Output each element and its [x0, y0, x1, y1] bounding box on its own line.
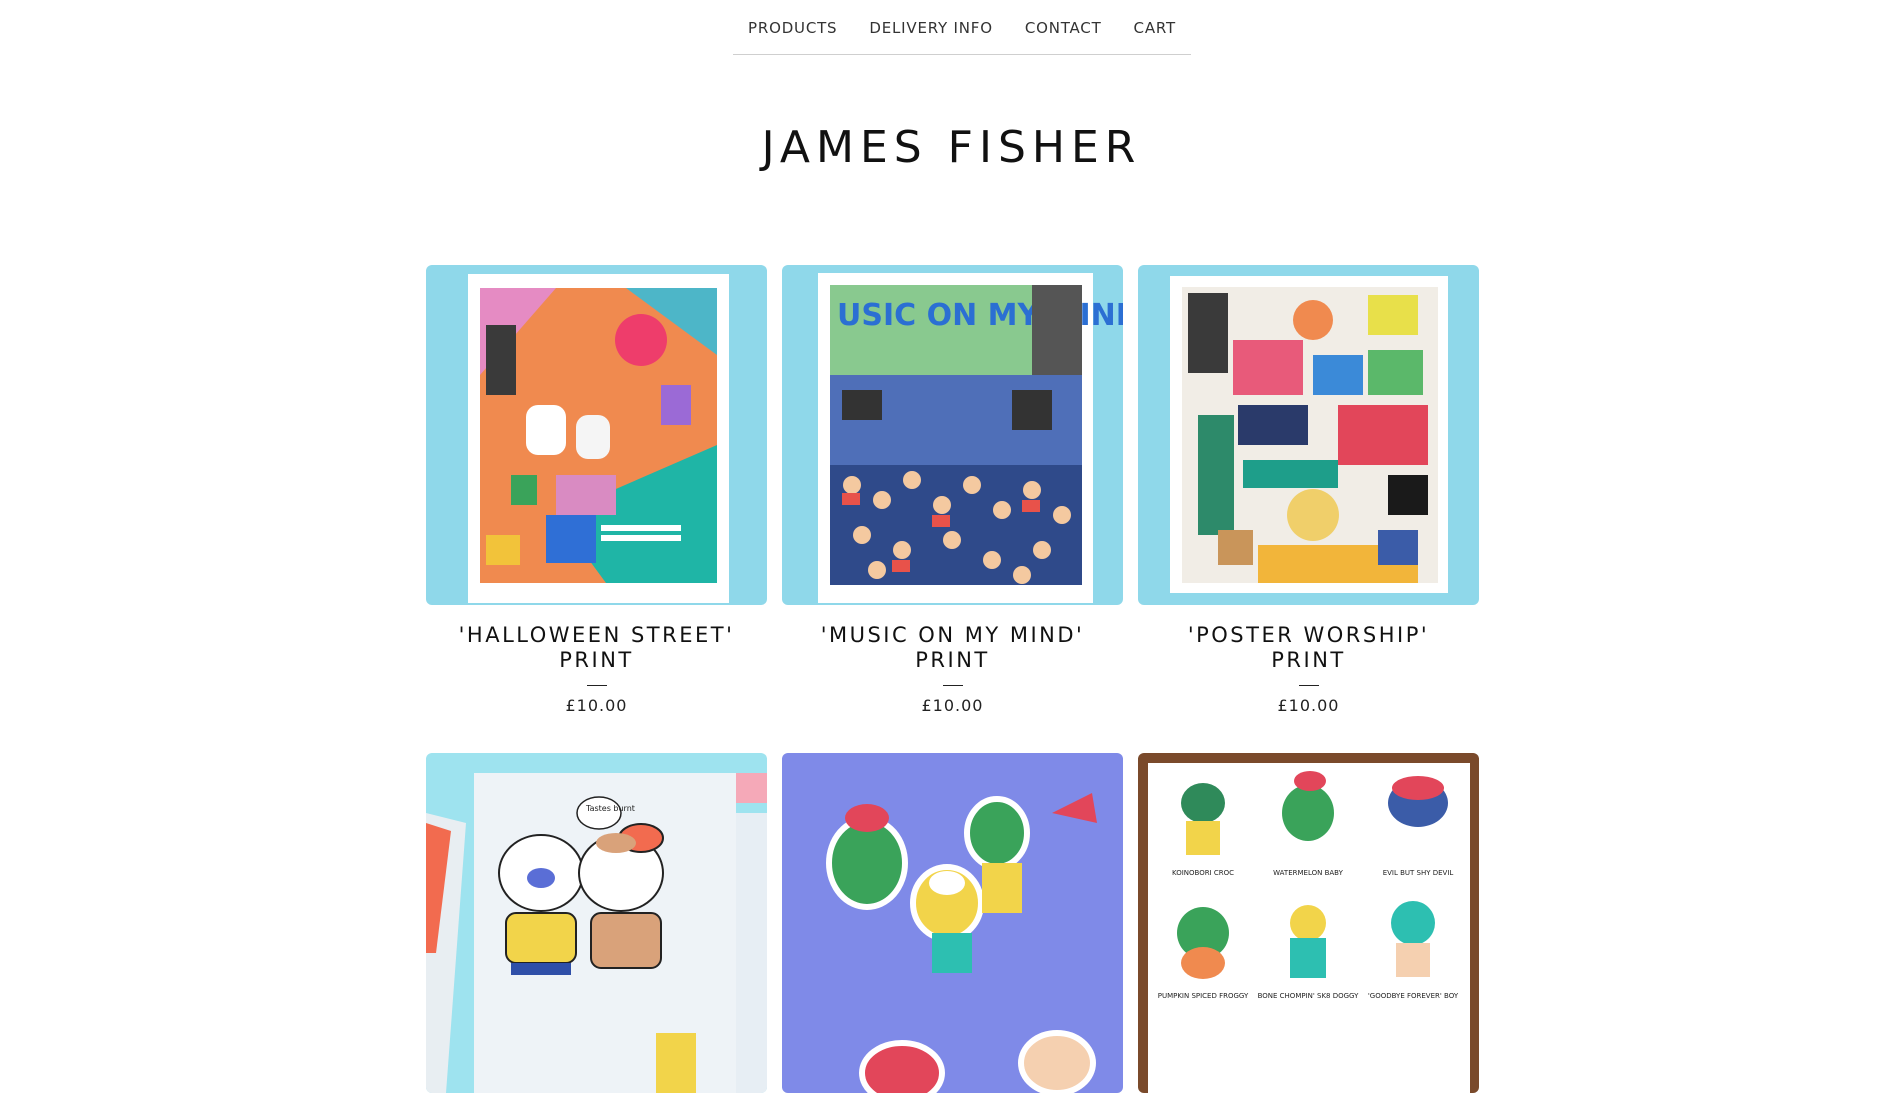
product-image-halloween-street[interactable]: [426, 265, 767, 605]
character-label: 'GOODBYE FOREVER' BOY: [1368, 992, 1459, 1000]
character-label: EVIL BUT SHY DEVIL: [1383, 869, 1454, 877]
product-name[interactable]: 'HALLOWEEN STREET' PRINT: [426, 623, 767, 673]
halloween-street-artwork: [426, 265, 767, 605]
product-card[interactable]: USIC ON MY MIND 'MUSIC ON MY MIND' PRINT…: [782, 265, 1123, 715]
product-name[interactable]: 'POSTER WORSHIP' PRINT: [1138, 623, 1479, 673]
cats-artwork: Tastes burnt: [426, 753, 767, 1093]
character-label: WATERMELON BABY: [1273, 869, 1343, 877]
nav-products[interactable]: PRODUCTS: [748, 19, 837, 37]
product-price: £10.00: [1277, 696, 1340, 715]
product-image-stickers[interactable]: [782, 753, 1123, 1093]
divider: [1298, 685, 1319, 686]
nav-delivery-info[interactable]: DELIVERY INFO: [869, 19, 992, 37]
product-card[interactable]: Tastes burnt: [426, 753, 767, 1093]
product-name[interactable]: 'MUSIC ON MY MIND' PRINT: [782, 623, 1123, 673]
character-label: PUMPKIN SPICED FROGGY: [1158, 992, 1249, 1000]
character-label: KOINOBORI CROC: [1172, 869, 1234, 877]
product-card[interactable]: 'POSTER WORSHIP' PRINT £10.00: [1138, 265, 1479, 715]
product-card[interactable]: KOINOBORI CROC WATERMELON BABY EVIL BUT …: [1138, 753, 1479, 1093]
store-title[interactable]: JAMES FISHER: [0, 122, 1903, 173]
stickers-artwork: [782, 753, 1123, 1093]
product-card[interactable]: 'HALLOWEEN STREET' PRINT £10.00: [426, 265, 767, 715]
divider: [586, 685, 607, 686]
characters-artwork: KOINOBORI CROC WATERMELON BABY EVIL BUT …: [1138, 753, 1479, 1093]
product-image-poster-worship[interactable]: [1138, 265, 1479, 605]
top-navigation: PRODUCTS DELIVERY INFO CONTACT CART: [733, 0, 1191, 55]
product-image-music-on-my-mind[interactable]: USIC ON MY MIND: [782, 265, 1123, 605]
product-price: £10.00: [565, 696, 628, 715]
nav-cart[interactable]: CART: [1134, 19, 1176, 37]
product-price: £10.00: [921, 696, 984, 715]
product-card[interactable]: [782, 753, 1123, 1093]
product-image-characters[interactable]: KOINOBORI CROC WATERMELON BABY EVIL BUT …: [1138, 753, 1479, 1093]
poster-worship-artwork: [1138, 265, 1479, 605]
music-on-my-mind-artwork: USIC ON MY MIND: [782, 265, 1123, 605]
product-image-cats[interactable]: Tastes burnt: [426, 753, 767, 1093]
character-label: BONE CHOMPIN' SK8 DOGGY: [1258, 992, 1360, 1000]
nav-contact[interactable]: CONTACT: [1025, 19, 1102, 37]
divider: [942, 685, 963, 686]
speech-bubble-text: Tastes burnt: [585, 804, 635, 813]
